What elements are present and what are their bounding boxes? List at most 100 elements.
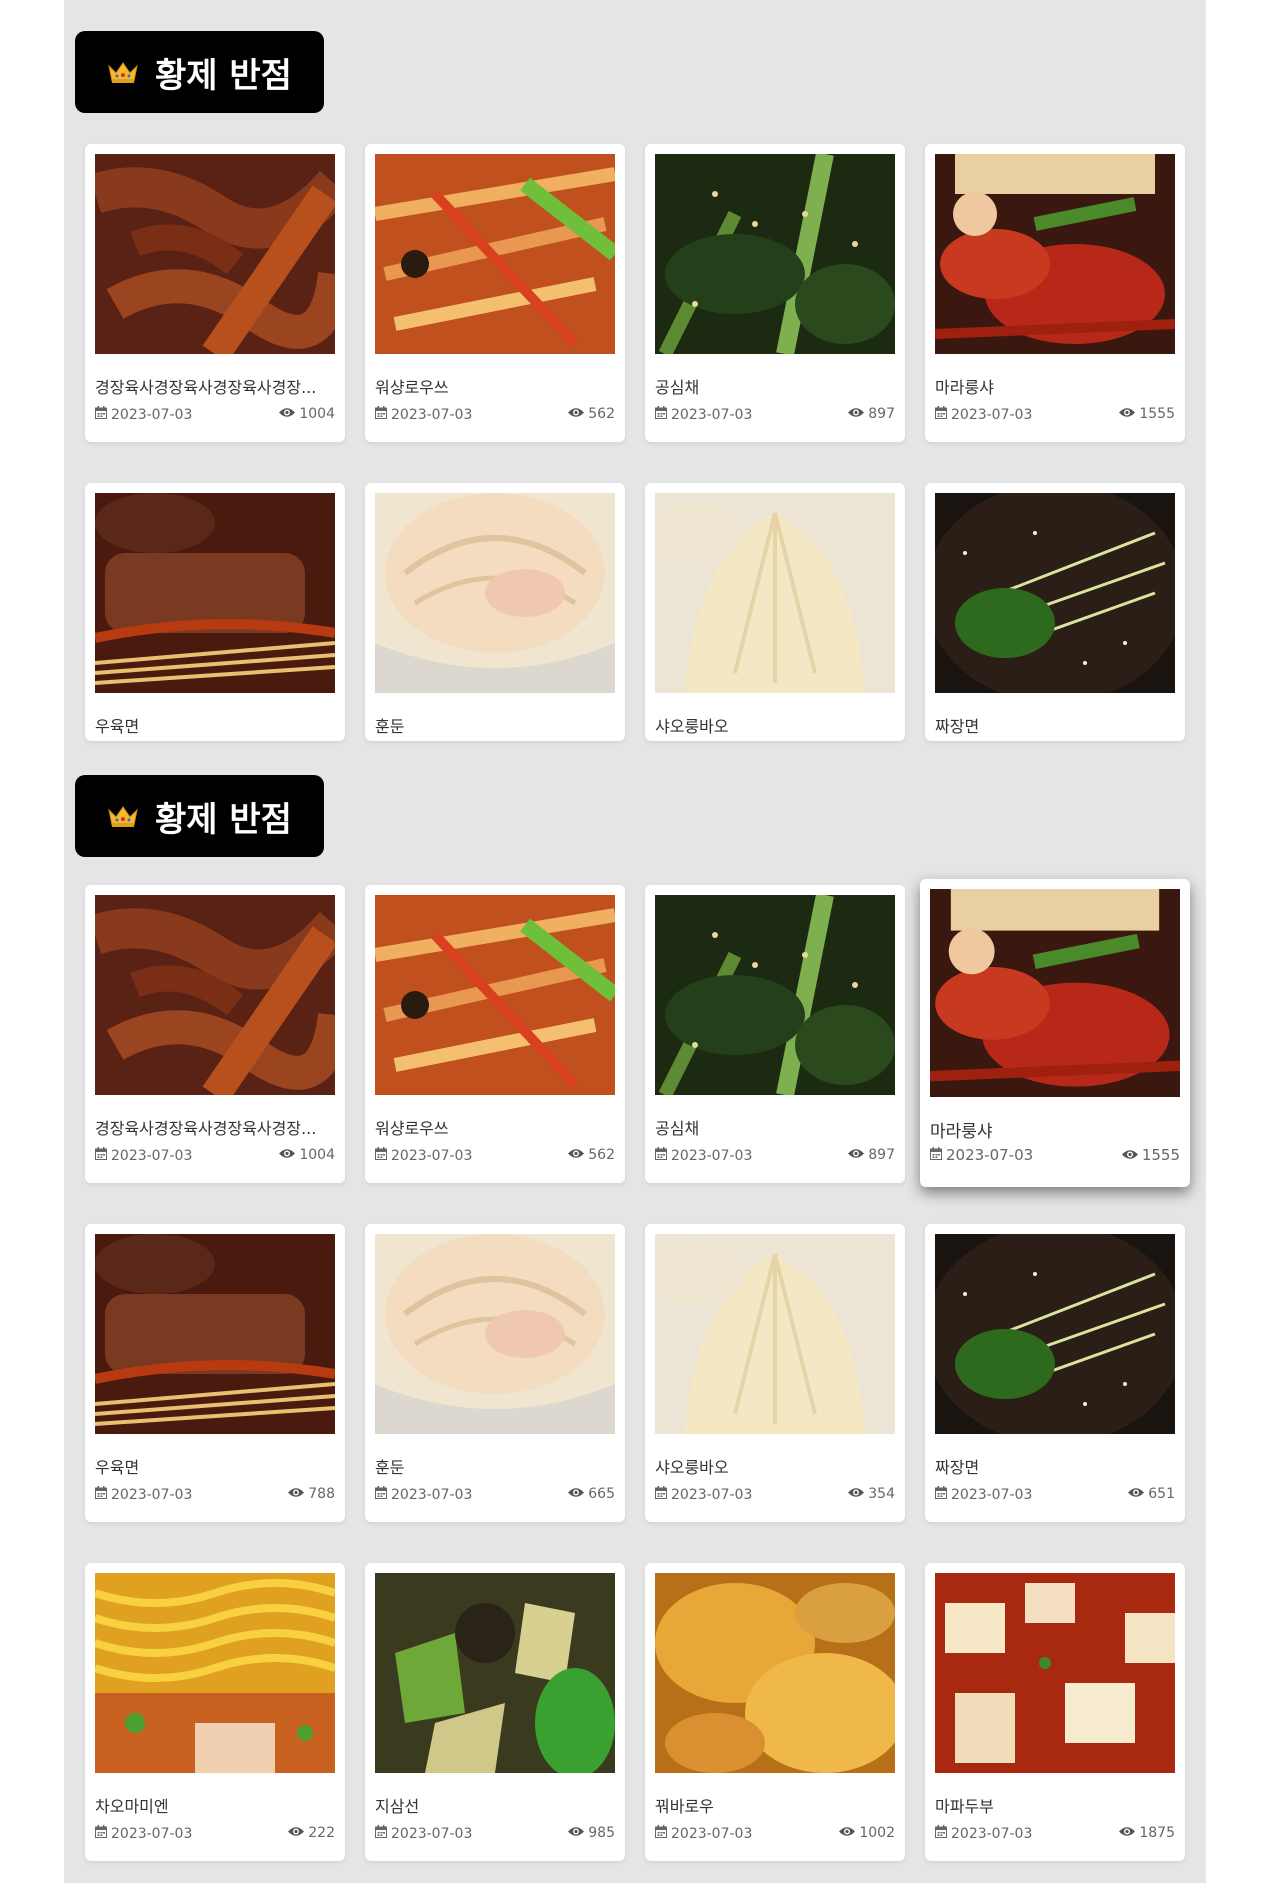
card-meta: 2023-07-03 222 (95, 1825, 335, 1845)
menu-title[interactable]: 짜장면 (935, 1454, 1175, 1478)
menu-title[interactable]: 꿔바로우 (655, 1793, 895, 1817)
menu-title[interactable]: 샤오룽바오 (655, 713, 895, 737)
menu-card[interactable]: 짜장면 2023-07-03 651 (925, 1224, 1185, 1522)
date: 2023-07-03 (930, 1146, 1033, 1164)
menu-title[interactable]: 차오마미엔 (95, 1793, 335, 1817)
view-count: 1004 (279, 1147, 335, 1163)
food-image[interactable] (655, 154, 895, 354)
date: 2023-07-03 (375, 406, 472, 423)
menu-card[interactable]: 마라룽샤 2023-07-03 1555 (925, 144, 1185, 442)
food-image[interactable] (655, 1573, 895, 1773)
menu-title[interactable]: 경장육사경장육사경장육사경장... (95, 374, 335, 398)
menu-card[interactable]: 꿔바로우 2023-07-03 1002 (645, 1563, 905, 1861)
view-count: 665 (568, 1486, 615, 1502)
food-image[interactable] (935, 1234, 1175, 1434)
food-image[interactable] (95, 1234, 335, 1434)
menu-title[interactable]: 우육면 (95, 1454, 335, 1478)
menu-title[interactable]: 경장육사경장육사경장육사경장... (95, 1115, 335, 1139)
menu-title[interactable]: 워샹로우쓰 (375, 1115, 615, 1139)
menu-card[interactable]: 샤오룽바오 (645, 483, 905, 741)
view-count: 651 (1128, 1486, 1175, 1502)
eye-icon (568, 1825, 585, 1841)
menu-card[interactable]: 공심채 2023-07-03 897 (645, 144, 905, 442)
view-count: 897 (848, 406, 895, 422)
menu-card[interactable]: 워샹로우쓰 2023-07-03 562 (365, 144, 625, 442)
menu-title[interactable]: 훈둔 (375, 713, 615, 737)
food-image[interactable] (375, 1573, 615, 1773)
menu-card[interactable]: 워샹로우쓰 2023-07-03 562 (365, 885, 625, 1183)
food-image[interactable] (95, 154, 335, 354)
date: 2023-07-03 (935, 1825, 1032, 1842)
food-image[interactable] (930, 889, 1180, 1097)
menu-card[interactable]: 경장육사경장육사경장육사경장... 2023-07-03 1004 (85, 144, 345, 442)
food-image[interactable] (375, 154, 615, 354)
calendar-icon (655, 1825, 667, 1842)
date: 2023-07-03 (655, 1825, 752, 1842)
menu-title[interactable]: 워샹로우쓰 (375, 374, 615, 398)
food-image[interactable] (95, 895, 335, 1095)
menu-title[interactable]: 마라룽샤 (935, 374, 1175, 398)
crown-icon (107, 60, 139, 84)
food-image[interactable] (375, 1234, 615, 1434)
card-meta: 2023-07-03 1002 (655, 1825, 895, 1845)
menu-title[interactable]: 마파두부 (935, 1793, 1175, 1817)
menu-card[interactable]: 우육면 (85, 483, 345, 741)
calendar-icon (95, 406, 107, 423)
menu-card[interactable]: 우육면 2023-07-03 788 (85, 1224, 345, 1522)
eye-icon (568, 1486, 585, 1502)
eye-icon (568, 1147, 585, 1163)
menu-title[interactable]: 공심채 (655, 1115, 895, 1139)
date: 2023-07-03 (935, 406, 1032, 423)
food-image[interactable] (655, 895, 895, 1095)
calendar-icon (935, 1825, 947, 1842)
calendar-icon (930, 1146, 942, 1164)
calendar-icon (95, 1147, 107, 1164)
calendar-icon (935, 1486, 947, 1503)
eye-icon (1121, 1146, 1138, 1164)
eye-icon (848, 406, 865, 422)
date: 2023-07-03 (375, 1486, 472, 1503)
eye-icon (279, 1147, 296, 1163)
food-image[interactable] (375, 493, 615, 693)
menu-card[interactable]: 훈둔 2023-07-03 665 (365, 1224, 625, 1522)
food-image[interactable] (935, 154, 1175, 354)
menu-card[interactable]: 지삼선 2023-07-03 985 (365, 1563, 625, 1861)
view-count: 985 (568, 1825, 615, 1841)
calendar-icon (95, 1825, 107, 1842)
eye-icon (839, 1825, 856, 1841)
menu-card[interactable]: 경장육사경장육사경장육사경장... 2023-07-03 1004 (85, 885, 345, 1183)
menu-title[interactable]: 마라룽샤 (930, 1117, 1170, 1142)
card-meta: 2023-07-03 1875 (935, 1825, 1175, 1845)
menu-card[interactable]: 짜장면 (925, 483, 1185, 741)
view-count: 788 (288, 1486, 335, 1502)
date: 2023-07-03 (375, 1825, 472, 1842)
food-image[interactable] (655, 1234, 895, 1434)
menu-card[interactable]: 차오마미엔 2023-07-03 222 (85, 1563, 345, 1861)
menu-card[interactable]: 마파두부 2023-07-03 1875 (925, 1563, 1185, 1861)
menu-card[interactable]: 공심채 2023-07-03 897 (645, 885, 905, 1183)
menu-title[interactable]: 지삼선 (375, 1793, 615, 1817)
menu-title[interactable]: 훈둔 (375, 1454, 615, 1478)
food-image[interactable] (95, 493, 335, 693)
menu-title[interactable]: 샤오룽바오 (655, 1454, 895, 1478)
menu-card[interactable]: 샤오룽바오 2023-07-03 354 (645, 1224, 905, 1522)
card-meta: 2023-07-03 354 (655, 1486, 895, 1506)
eye-icon (848, 1147, 865, 1163)
date: 2023-07-03 (375, 1147, 472, 1164)
menu-title[interactable]: 짜장면 (935, 713, 1175, 737)
menu-card[interactable]: 마라룽샤 2023-07-03 1555 (920, 879, 1190, 1187)
food-image[interactable] (375, 895, 615, 1095)
food-image[interactable] (95, 1573, 335, 1773)
menu-title[interactable]: 공심채 (655, 374, 895, 398)
card-meta: 2023-07-03 1555 (930, 1146, 1180, 1166)
food-image[interactable] (935, 493, 1175, 693)
card-meta: 2023-07-03 788 (95, 1486, 335, 1506)
food-image[interactable] (935, 1573, 1175, 1773)
menu-title[interactable]: 우육면 (95, 713, 335, 737)
date: 2023-07-03 (655, 1486, 752, 1503)
view-count: 562 (568, 406, 615, 422)
view-count: 1002 (839, 1825, 895, 1841)
section-title: 황제 반점 (75, 775, 324, 857)
menu-card[interactable]: 훈둔 (365, 483, 625, 741)
food-image[interactable] (655, 493, 895, 693)
